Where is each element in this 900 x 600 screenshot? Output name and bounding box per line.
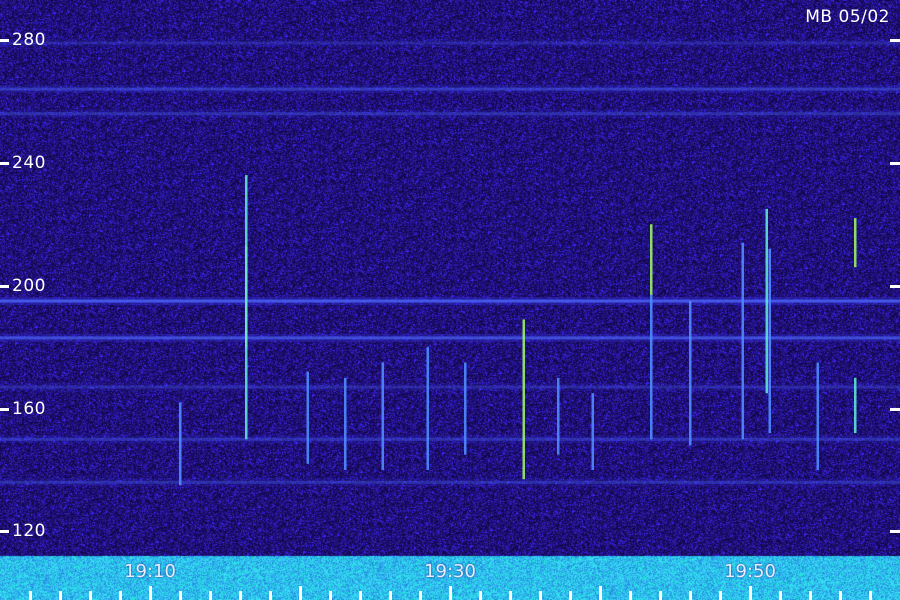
x-tick-mark bbox=[809, 591, 812, 600]
x-tick-mark bbox=[119, 591, 122, 600]
vertical-burst bbox=[464, 362, 467, 455]
x-tick-mark bbox=[689, 591, 692, 600]
spectrogram-chart: MB 05/02 280 240 200 160 120 19:10 19:30… bbox=[0, 0, 900, 600]
vertical-burst bbox=[306, 371, 309, 464]
x-tick-mark bbox=[719, 591, 722, 600]
chart-title: MB 05/02 bbox=[805, 7, 890, 27]
vertical-burst bbox=[816, 362, 819, 470]
y-tick-mark-right bbox=[890, 407, 900, 411]
x-tick-mark bbox=[239, 591, 242, 600]
y-tick-label: 240 bbox=[12, 152, 46, 173]
y-tick-mark-right bbox=[890, 161, 900, 165]
x-tick-mark bbox=[449, 586, 452, 600]
y-tick-mark-left bbox=[0, 530, 9, 534]
vertical-burst bbox=[381, 362, 384, 470]
x-tick-mark bbox=[389, 591, 392, 600]
x-tick-mark bbox=[179, 591, 182, 600]
continuous-band bbox=[0, 112, 900, 116]
continuous-band bbox=[0, 385, 900, 389]
x-tick-mark bbox=[779, 591, 782, 600]
x-tick-mark bbox=[59, 591, 62, 600]
y-tick-mark-left bbox=[0, 284, 9, 288]
x-tick-mark bbox=[749, 586, 752, 600]
vertical-burst bbox=[650, 294, 653, 440]
x-tick-mark bbox=[419, 591, 422, 600]
continuous-band bbox=[0, 480, 900, 484]
x-tick-label: 19:30 bbox=[424, 561, 476, 582]
y-tick-mark-right bbox=[890, 38, 900, 42]
vertical-burst bbox=[426, 347, 429, 470]
continuous-band bbox=[0, 299, 900, 303]
y-tick-mark-right bbox=[890, 530, 900, 534]
x-tick-mark bbox=[359, 591, 362, 600]
x-tick-mark bbox=[539, 591, 542, 600]
vertical-burst bbox=[650, 224, 653, 295]
vertical-burst bbox=[768, 248, 771, 434]
x-tick-mark bbox=[209, 591, 212, 600]
x-tick-mark bbox=[269, 591, 272, 600]
x-tick-mark bbox=[839, 591, 842, 600]
x-tick-mark bbox=[329, 591, 332, 600]
x-tick-mark bbox=[299, 586, 302, 600]
vertical-burst bbox=[344, 377, 347, 470]
y-tick-mark-left bbox=[0, 161, 9, 165]
x-tick-label: 19:50 bbox=[724, 561, 776, 582]
y-tick-label: 120 bbox=[12, 521, 46, 542]
y-tick-label: 160 bbox=[12, 398, 46, 419]
continuous-band bbox=[0, 336, 900, 340]
vertical-burst bbox=[765, 208, 768, 394]
x-tick-mark bbox=[629, 591, 632, 600]
x-tick-mark bbox=[659, 591, 662, 600]
vertical-burst bbox=[854, 218, 857, 268]
y-tick-mark-left bbox=[0, 38, 9, 42]
vertical-burst bbox=[854, 377, 857, 434]
vertical-burst bbox=[557, 377, 560, 455]
vertical-burst bbox=[591, 393, 594, 470]
continuous-band bbox=[0, 437, 900, 441]
x-tick-label: 19:10 bbox=[124, 561, 176, 582]
x-tick-mark bbox=[569, 591, 572, 600]
vertical-burst bbox=[245, 175, 248, 440]
y-tick-mark-right bbox=[890, 284, 900, 288]
vertical-burst bbox=[179, 402, 182, 486]
y-tick-label: 280 bbox=[12, 29, 46, 50]
x-tick-mark bbox=[599, 586, 602, 600]
vertical-burst bbox=[689, 301, 692, 446]
x-tick-mark bbox=[89, 591, 92, 600]
vertical-burst bbox=[522, 319, 525, 480]
x-tick-mark bbox=[509, 591, 512, 600]
continuous-band bbox=[0, 41, 900, 45]
x-tick-mark bbox=[479, 591, 482, 600]
y-tick-label: 200 bbox=[12, 275, 46, 296]
spectrogram-marks bbox=[0, 39, 900, 487]
x-tick-mark bbox=[869, 591, 872, 600]
vertical-burst bbox=[741, 242, 744, 440]
y-tick-mark-left bbox=[0, 407, 9, 411]
continuous-band bbox=[0, 87, 900, 91]
x-tick-mark bbox=[149, 586, 152, 600]
x-tick-mark bbox=[29, 591, 32, 600]
